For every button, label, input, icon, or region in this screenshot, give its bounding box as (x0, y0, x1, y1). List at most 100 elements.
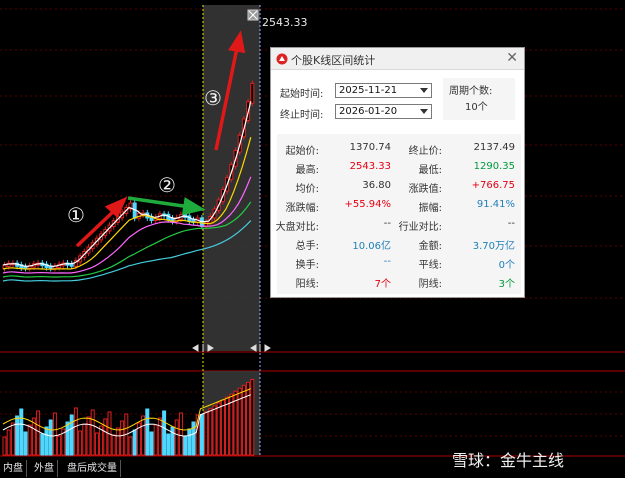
volume-bar (183, 435, 188, 456)
stat-value: -- (507, 218, 515, 229)
candle-body (23, 266, 28, 269)
start-time-label: 起始时间: (280, 89, 324, 100)
stats-table: 起始价: 1370.74 终止价: 2137.49 最高: 2543.33 最低: 1290.… (276, 134, 521, 294)
volume-bar (174, 419, 179, 456)
stat-value: 3个 (498, 279, 515, 290)
volume-bar (115, 427, 120, 456)
stat-value: 0个 (498, 260, 515, 271)
stat-key: 大盘对比: (275, 222, 319, 233)
chevron-down-icon (420, 109, 428, 114)
volume-bar (212, 405, 217, 456)
stat-key: 行业对比: (398, 222, 442, 233)
volume-bar (246, 381, 251, 456)
annotation-1: ① (67, 203, 85, 227)
annotation-3: ③ (204, 86, 222, 110)
volume-bar (82, 423, 87, 456)
volume-bar (36, 410, 41, 456)
volume-bar (199, 414, 204, 456)
tab-inner[interactable]: 内盘 (0, 460, 27, 477)
stat-key: 总手: (295, 241, 319, 252)
stat-key: 金额: (418, 241, 442, 252)
stat-value: 2543.33 (349, 161, 391, 172)
volume-bar (128, 436, 133, 456)
stat-value: -- (383, 256, 391, 267)
watermark: 雪球：金牛主线 (452, 451, 565, 470)
interval-stats-dialog[interactable]: 个股K线区间统计 ✕ 起始时间: 2025-11-21 终止时间: 2026-0… (270, 47, 525, 298)
volume-bar (2, 436, 7, 456)
stat-key: 终止价: (408, 146, 442, 157)
volume-bar (73, 407, 78, 456)
dialog-title: 个股K线区间统计 (291, 54, 376, 67)
stat-value: +55.94% (344, 199, 391, 210)
volume-bar (220, 399, 225, 456)
end-time-select[interactable]: 2026-01-20 (335, 104, 432, 119)
candle-body (199, 217, 204, 227)
tab-after-hours-volume[interactable]: 盘后成交量 (64, 460, 121, 477)
volume-bar (10, 422, 15, 456)
volume-bar (23, 431, 28, 456)
volume-bar (78, 430, 83, 456)
volume-bar (153, 424, 158, 456)
stat-value: -- (383, 218, 391, 229)
high-price-label: 2543.33 (262, 16, 308, 29)
stat-key: 涨跌值: (408, 184, 442, 195)
stat-key: 振幅: (418, 203, 442, 214)
stat-value: 36.80 (362, 180, 391, 191)
period-count-label: 周期个数: (449, 86, 493, 97)
volume-bar (90, 409, 95, 456)
stat-key: 换手: (295, 260, 319, 271)
period-count-box: 周期个数: 10个 (443, 78, 515, 120)
stat-value: 91.41% (476, 199, 515, 210)
volume-bar (162, 410, 167, 456)
volume-bar (103, 418, 108, 456)
stat-value: 7个 (374, 279, 391, 290)
close-icon[interactable]: ✕ (506, 50, 518, 66)
end-time-label: 终止时间: (280, 110, 324, 121)
volume-bar (166, 433, 171, 456)
volume-bar (157, 417, 162, 456)
stat-key: 起始价: (285, 146, 319, 157)
stat-value: 10.06亿 (352, 241, 391, 252)
volume-bar (86, 416, 91, 456)
chevron-down-icon (420, 88, 428, 93)
volume-bar (250, 378, 255, 456)
volume-bar (65, 421, 70, 456)
stat-key: 最高: (295, 165, 319, 176)
stat-key: 最低: (418, 165, 442, 176)
volume-bar (204, 411, 209, 456)
stat-key: 平线: (418, 260, 442, 271)
volume-bar (145, 408, 150, 456)
volume-bar (208, 408, 213, 456)
stat-key: 均价: (295, 184, 319, 195)
volume-bar (178, 412, 183, 456)
app-logo-icon (276, 53, 288, 65)
tab-outer[interactable]: 外盘 (31, 460, 58, 477)
stat-value: 1290.35 (473, 161, 515, 172)
volume-bar (40, 433, 45, 456)
volume-bar (6, 429, 11, 456)
volume-bar (27, 424, 32, 456)
volume-bar (141, 415, 146, 456)
volume-bar (149, 431, 154, 456)
start-time-select[interactable]: 2025-11-21 (335, 83, 432, 98)
stat-value: 3.70万亿 (472, 241, 515, 252)
volume-bar (187, 428, 192, 456)
dialog-titlebar[interactable]: 个股K线区间统计 ✕ (271, 48, 524, 70)
volume-bar (120, 420, 125, 456)
volume-bar (241, 384, 246, 456)
annotation-2: ② (158, 173, 176, 197)
volume-bar (94, 432, 99, 456)
volume-bar (52, 412, 57, 456)
volume-bar (15, 415, 20, 456)
stat-value: +766.75 (471, 180, 515, 191)
stat-key: 阳线: (295, 279, 319, 290)
candle-body (250, 82, 255, 104)
stat-key: 涨跌幅: (285, 203, 319, 214)
volume-bar (48, 419, 53, 456)
volume-bar (132, 429, 137, 456)
volume-bar (69, 414, 74, 456)
volume-bar (57, 435, 62, 456)
volume-bar (170, 426, 175, 456)
period-count-value: 10个 (465, 102, 488, 113)
volume-bar (44, 426, 49, 456)
